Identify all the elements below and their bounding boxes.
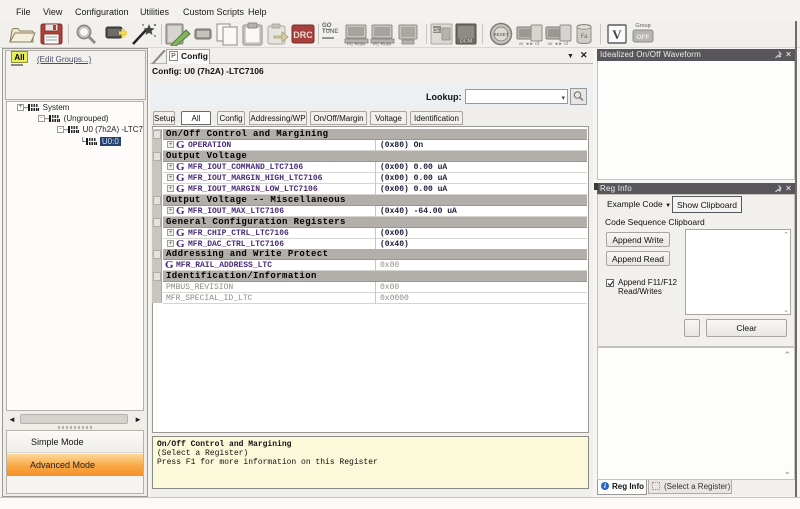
- svg-text:DRC: DRC: [293, 30, 313, 40]
- svg-text:PC RAM: PC RAM: [347, 42, 365, 47]
- svg-text:CE: CE: [433, 28, 441, 34]
- svg-text:Fa: Fa: [580, 34, 588, 40]
- svg-text:DCM: DCM: [460, 39, 473, 45]
- svg-text:V: V: [612, 27, 622, 42]
- svg-text:PC RAM: PC RAM: [373, 42, 391, 47]
- svg-text:RESET: RESET: [493, 32, 508, 37]
- svg-text:wr ◄► rd: wr ◄► rd: [548, 41, 569, 46]
- svg-text:OFF: OFF: [637, 34, 650, 41]
- svg-text:wr ◄► rd: wr ◄► rd: [519, 41, 540, 46]
